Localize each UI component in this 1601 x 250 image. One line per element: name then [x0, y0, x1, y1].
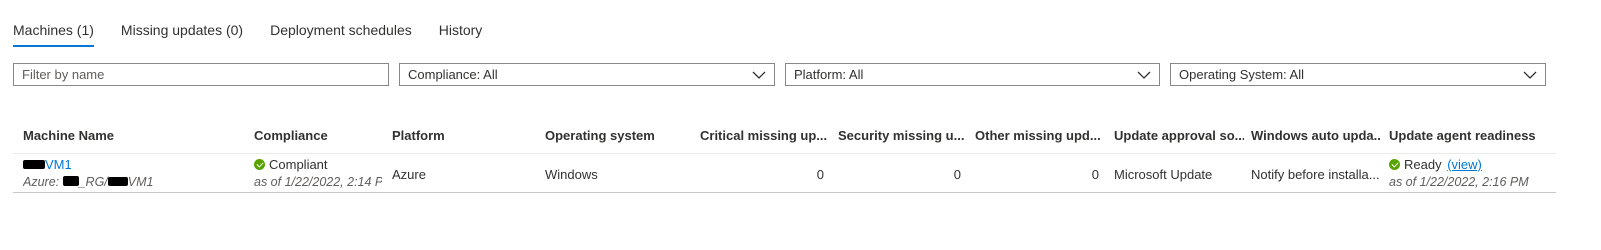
column-header-critical-missing[interactable]: Critical missing up... [700, 128, 830, 143]
tab-history[interactable]: History [439, 20, 483, 45]
compliance-dropdown[interactable]: Compliance: All [399, 63, 775, 86]
column-header-compliance[interactable]: Compliance [254, 128, 384, 143]
update-approval-source-value: Microsoft Update [1114, 167, 1213, 182]
platform-dropdown-label: Platform: All [794, 67, 864, 82]
column-header-platform[interactable]: Platform [392, 128, 532, 143]
chevron-down-icon [1523, 71, 1537, 79]
readiness-view-link[interactable]: (view) [1447, 157, 1482, 172]
column-header-windows-auto-update[interactable]: Windows auto upda... [1251, 128, 1381, 143]
compliance-timestamp: as of 1/22/2022, 2:14 P [254, 175, 382, 189]
redacted-mark [23, 160, 45, 169]
windows-auto-update-value: Notify before installa... [1251, 167, 1380, 182]
security-missing-count: 0 [953, 167, 961, 182]
tab-missing-updates[interactable]: Missing updates (0) [121, 20, 243, 45]
table-row[interactable]: VM1 Azure: _RG/VM1 Compliant as of 1/22/… [13, 153, 1556, 193]
check-circle-icon [254, 159, 265, 170]
chevron-down-icon [1137, 71, 1151, 79]
other-missing-count: 0 [1091, 167, 1099, 182]
filter-by-name-input[interactable] [13, 63, 389, 86]
machine-name-link[interactable]: VM1 [23, 157, 72, 172]
platform-value: Azure [392, 167, 426, 182]
readiness-timestamp: as of 1/22/2022, 2:16 PM [1389, 175, 1529, 189]
tab-machines[interactable]: Machines (1) [13, 20, 94, 47]
compliance-dropdown-label: Compliance: All [408, 67, 498, 82]
compliance-status: Compliant [254, 157, 328, 172]
operating-system-value: Windows [545, 167, 598, 182]
column-header-security-missing[interactable]: Security missing u... [838, 128, 968, 143]
column-header-update-agent-readiness[interactable]: Update agent readiness [1389, 128, 1549, 143]
tab-bar: Machines (1) Missing updates (0) Deploym… [13, 20, 509, 47]
column-header-update-approval-source[interactable]: Update approval so... [1114, 128, 1244, 143]
column-header-operating-system[interactable]: Operating system [545, 128, 690, 143]
column-header-other-missing[interactable]: Other missing upd... [975, 128, 1105, 143]
agent-readiness-status: Ready (view) [1389, 157, 1482, 172]
tab-deployment-schedules[interactable]: Deployment schedules [270, 20, 412, 45]
check-circle-icon [1389, 159, 1400, 170]
platform-dropdown[interactable]: Platform: All [785, 63, 1160, 86]
redacted-mark [107, 177, 128, 186]
critical-missing-count: 0 [816, 167, 824, 182]
operating-system-dropdown[interactable]: Operating System: All [1170, 63, 1546, 86]
operating-system-dropdown-label: Operating System: All [1179, 67, 1304, 82]
machine-resource-path: Azure: _RG/VM1 [23, 175, 154, 189]
chevron-down-icon [752, 71, 766, 79]
column-header-machine-name[interactable]: Machine Name [23, 128, 243, 143]
redacted-mark [62, 176, 79, 186]
